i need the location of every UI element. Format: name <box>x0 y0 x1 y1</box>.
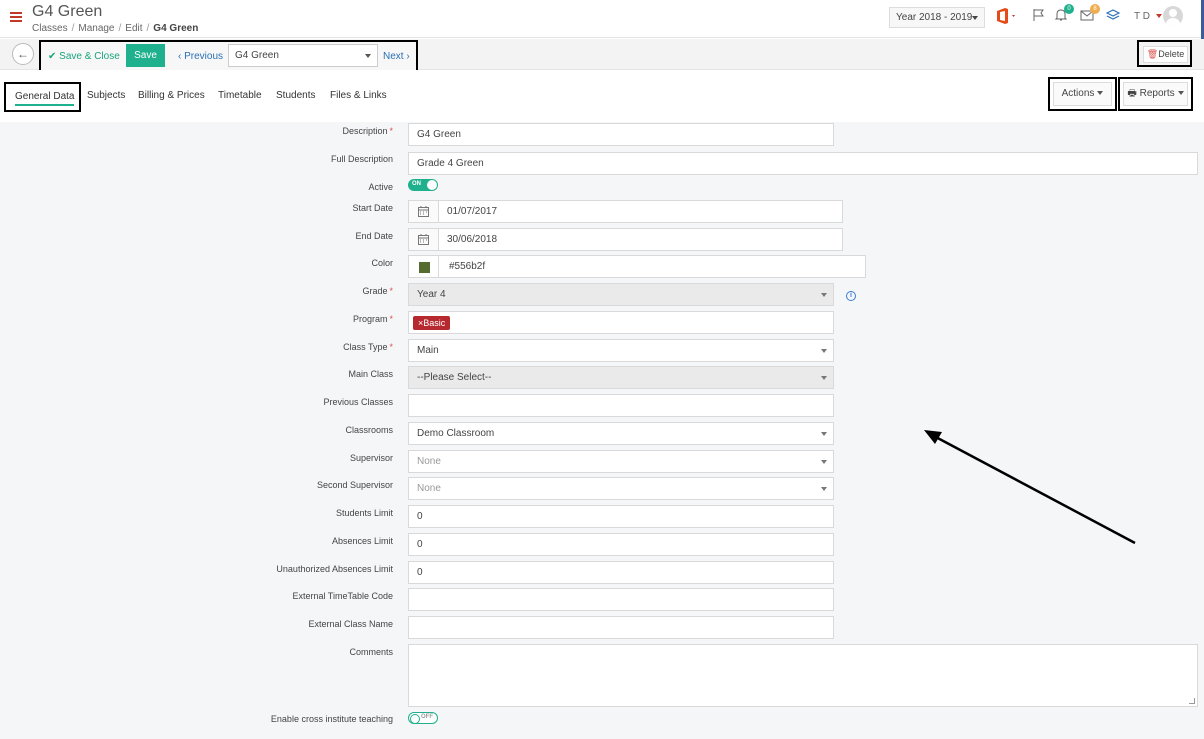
annotation-arrow <box>924 430 1136 545</box>
